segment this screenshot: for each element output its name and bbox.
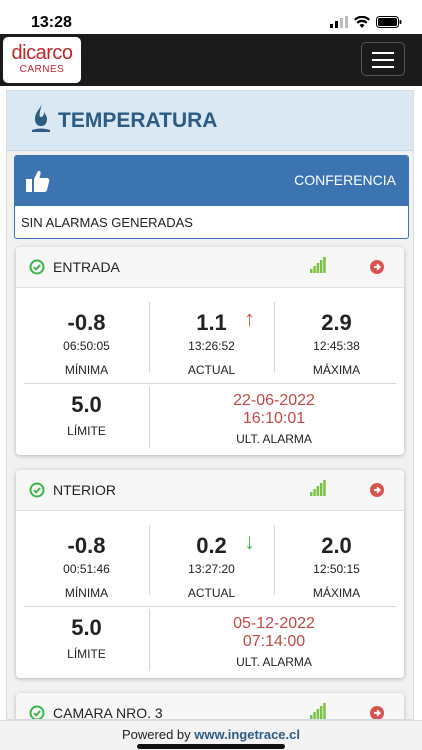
battery-icon: [376, 16, 402, 28]
last-alarm-time: 16:10:01: [242, 410, 306, 427]
brand-logo[interactable]: dicarco CARNES: [3, 37, 81, 83]
max-time: 12:45:38: [313, 339, 360, 353]
last-alarm-label: ULT. ALARMA: [236, 655, 312, 669]
brand-name: dicarco: [11, 42, 73, 64]
trend-down-icon: ↓: [244, 529, 255, 554]
sensor-card-header[interactable]: CAMARA NRO. 3: [16, 693, 404, 720]
wifi-icon: [354, 16, 370, 28]
thumbs-up-icon: [26, 170, 50, 192]
arrow-circle-right-icon[interactable]: [370, 260, 384, 274]
max-value: 2.0: [321, 533, 352, 558]
min-time: 06:50:05: [63, 339, 110, 353]
current-value: 1.1: [196, 310, 227, 335]
last-alarm-date: 05-12-2022: [233, 615, 315, 632]
limit-label: LÍMITE: [67, 647, 106, 661]
last-alarm: 22-06-2022 16:10:01 ULT. ALARMA: [149, 392, 399, 446]
current-reading: 0.2 13:27:20 ACTUAL: [149, 533, 274, 600]
sensor-readings: -0.8 00:51:46 MÍNIMA 0.2 13:27:20 ACTUAL…: [16, 511, 404, 678]
max-label: MÁXIMA: [312, 586, 361, 600]
last-alarm-label: ULT. ALARMA: [236, 432, 312, 446]
alarm-status-text: SIN ALARMAS GENERADAS: [21, 215, 193, 230]
sensor-name: NTERIOR: [53, 482, 116, 498]
min-reading: -0.8 06:50:05 MÍNIMA: [24, 310, 149, 377]
section-header: TEMPERATURA: [7, 91, 413, 151]
limit-reading: 5.0 LÍMITE: [24, 615, 149, 661]
sensor-card: ENTRADA -0.8 06:50:05 MÍNIMA 1.1 13:26:5…: [16, 247, 404, 455]
max-reading: 2.0 12:50:15 MÁXIMA: [274, 533, 399, 600]
limit-value: 5.0: [71, 392, 102, 417]
sensor-name: CAMARA NRO. 3: [53, 705, 163, 720]
current-time: 13:26:52: [188, 339, 235, 353]
max-label: MÁXIMA: [312, 363, 361, 377]
sensor-readings: -0.8 06:50:05 MÍNIMA 1.1 13:26:52 ACTUAL…: [16, 288, 404, 455]
max-value: 2.9: [321, 310, 352, 335]
conference-panel: CONFERENCIA SIN ALARMAS GENERADAS: [14, 155, 409, 239]
sensor-card: NTERIOR -0.8 00:51:46 MÍNIMA 0.2 13:27:2…: [16, 470, 404, 678]
min-reading: -0.8 00:51:46 MÍNIMA: [24, 533, 149, 600]
last-alarm-time: 07:14:00: [242, 633, 306, 650]
current-time: 13:27:20: [188, 562, 235, 576]
limit-value: 5.0: [71, 615, 102, 640]
limit-reading: 5.0 LÍMITE: [24, 392, 149, 438]
min-value: -0.8: [67, 533, 106, 558]
sensor-card: CAMARA NRO. 3: [16, 693, 404, 720]
current-reading: 1.1 13:26:52 ACTUAL: [149, 310, 274, 377]
arrow-circle-right-icon[interactable]: [370, 706, 384, 720]
trend-up-icon: ↑: [244, 306, 255, 331]
signal-icon: [310, 480, 326, 496]
limit-label: LÍMITE: [67, 424, 106, 438]
footer-link[interactable]: www.ingetrace.cl: [194, 727, 300, 742]
home-indicator[interactable]: [137, 744, 285, 749]
last-alarm-date: 22-06-2022: [233, 392, 315, 409]
signal-icon: [310, 703, 326, 719]
conference-header[interactable]: CONFERENCIA: [15, 156, 408, 206]
min-time: 00:51:46: [63, 562, 110, 576]
sensor-name: ENTRADA: [53, 259, 120, 275]
status-bar: 13:28: [0, 0, 422, 34]
cellular-signal-icon: [330, 16, 348, 28]
min-value: -0.8: [67, 310, 106, 335]
arrow-circle-right-icon[interactable]: [370, 483, 384, 497]
check-circle-icon: [29, 482, 45, 498]
brand-sub: CARNES: [19, 64, 65, 75]
signal-icon: [310, 257, 326, 273]
max-reading: 2.9 12:45:38 MÁXIMA: [274, 310, 399, 377]
footer-prefix: Powered by: [121, 727, 191, 742]
current-label: ACTUAL: [187, 586, 236, 600]
navbar: dicarco CARNES: [0, 34, 422, 86]
flame-icon: [32, 104, 50, 132]
check-circle-icon: [29, 259, 45, 275]
max-time: 12:50:15: [313, 562, 360, 576]
min-label: MÍNIMA: [64, 586, 109, 600]
hamburger-menu-icon[interactable]: [361, 42, 405, 76]
sensor-card-header[interactable]: NTERIOR: [16, 470, 404, 511]
section-title: TEMPERATURA: [58, 109, 218, 132]
min-label: MÍNIMA: [64, 363, 109, 377]
current-label: ACTUAL: [187, 363, 236, 377]
status-time: 13:28: [31, 14, 72, 31]
last-alarm: 05-12-2022 07:14:00 ULT. ALARMA: [149, 615, 399, 669]
conference-label: CONFERENCIA: [294, 172, 396, 188]
check-circle-icon: [29, 705, 45, 719]
sensor-card-header[interactable]: ENTRADA: [16, 247, 404, 288]
main-content: TEMPERATURA CONFERENCIA SIN ALARMAS GENE…: [6, 90, 414, 720]
status-icons: [330, 16, 402, 28]
current-value: 0.2: [196, 533, 227, 558]
